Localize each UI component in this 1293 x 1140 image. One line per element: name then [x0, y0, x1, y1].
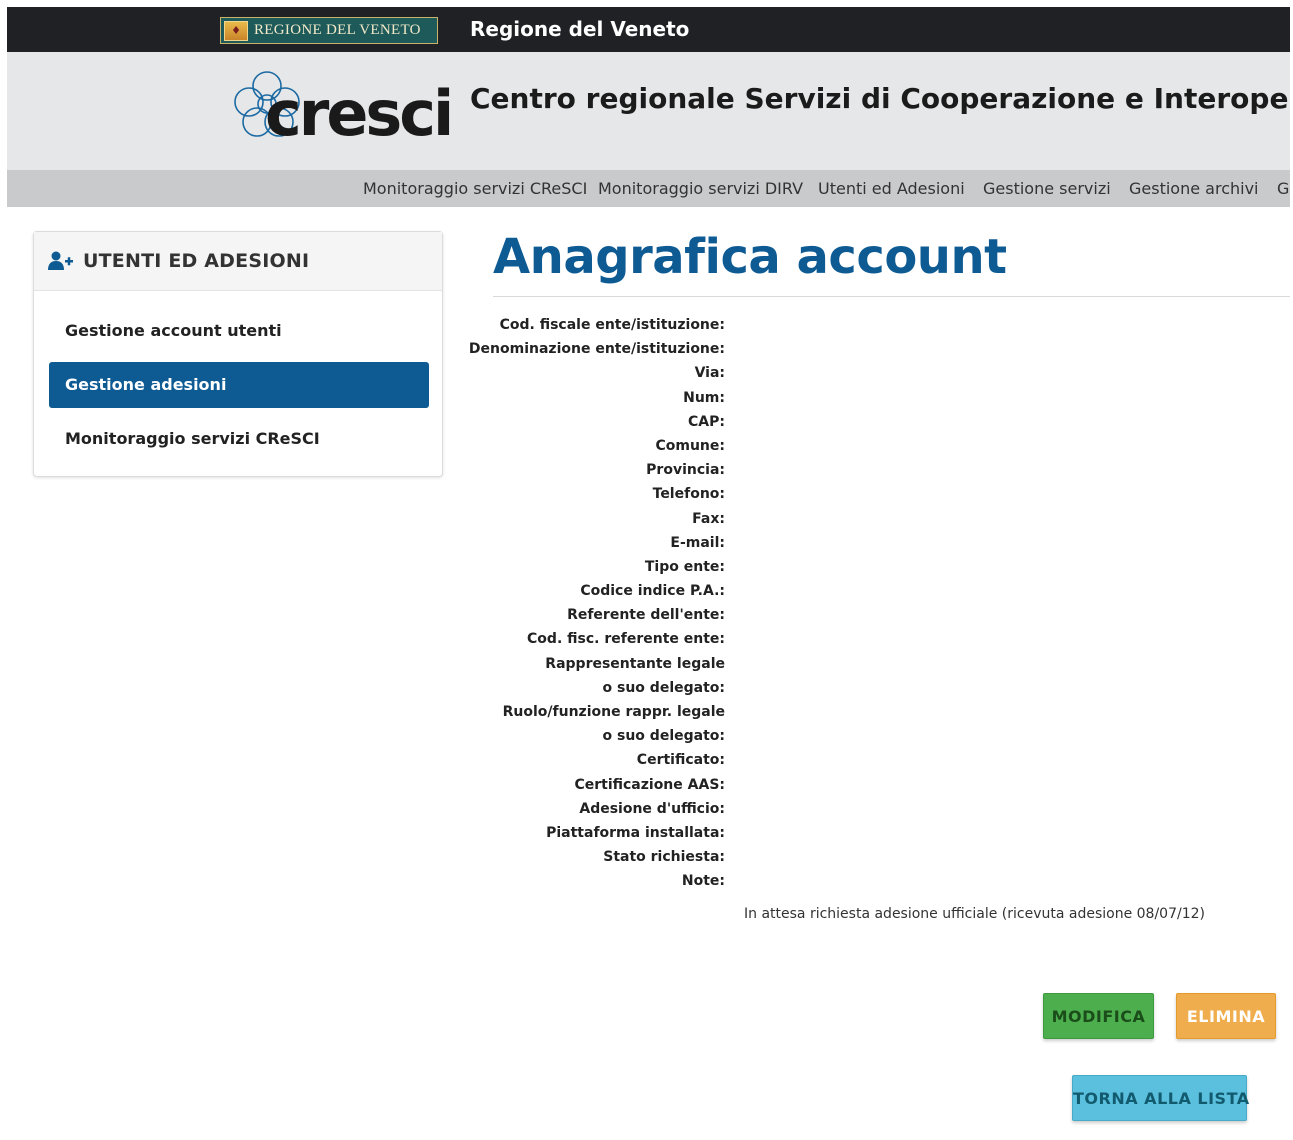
field-label: E-mail: [670, 534, 725, 551]
field-label: CAP: [688, 413, 725, 430]
sidebar-title: UTENTI ED ADESIONI [83, 250, 310, 272]
crest-icon: ♦ [224, 20, 248, 41]
field-label: Telefono: [652, 486, 725, 503]
page-title: Anagrafica account [493, 229, 1007, 285]
nav-item-monitoraggio-cresci[interactable]: Monitoraggio servizi CReSCI [363, 179, 587, 198]
field-label: Referente dell'ente: [567, 607, 725, 624]
sidebar: UTENTI ED ADESIONI Gestione account uten… [33, 231, 443, 477]
field-label: Adesione d'ufficio: [579, 800, 725, 817]
nav-item-gestione-archivi[interactable]: Gestione archivi [1129, 179, 1258, 198]
field-label: Rappresentante legale [545, 655, 725, 672]
field-label: o suo delegato: [602, 728, 725, 745]
field-label: Via: [694, 365, 725, 382]
header: cresci Centro regionale Servizi di Coope… [7, 52, 1290, 170]
regione-veneto-logo-text: REGIONE DEL VENETO [254, 22, 421, 38]
delete-button[interactable]: ELIMINA [1176, 993, 1276, 1039]
cresci-logo-text: cresci [265, 77, 454, 150]
field-label: o suo delegato: [602, 679, 725, 696]
main-nav: Monitoraggio servizi CReSCI Monitoraggio… [7, 170, 1290, 207]
modify-button[interactable]: MODIFICA [1043, 993, 1154, 1039]
regione-veneto-logo[interactable]: ♦ REGIONE DEL VENETO [220, 17, 438, 44]
title-divider [493, 296, 1290, 297]
field-label: Cod. fiscale ente/istituzione: [499, 317, 725, 333]
status-note: In attesa richiesta adesione ufficiale (… [744, 906, 1205, 922]
sidebar-item-gestione-adesioni[interactable]: Gestione adesioni [49, 362, 429, 408]
field-label: Stato richiesta: [603, 849, 725, 866]
sidebar-header: UTENTI ED ADESIONI [34, 232, 442, 291]
field-label: Comune: [655, 437, 725, 454]
sidebar-item-gestione-account[interactable]: Gestione account utenti [49, 308, 429, 354]
cresci-logo[interactable]: cresci [227, 64, 454, 154]
nav-item-truncated[interactable]: Ge [1277, 179, 1290, 198]
field-label: Ruolo/funzione rappr. legale [502, 704, 725, 720]
field-label: Piattaforma installata: [546, 824, 725, 841]
top-bar: ♦ REGIONE DEL VENETO Regione del Veneto [7, 7, 1290, 52]
field-label: Note: [681, 873, 725, 890]
sidebar-item-monitoraggio-cresci[interactable]: Monitoraggio servizi CReSCI [49, 416, 429, 462]
nav-item-utenti-adesioni[interactable]: Utenti ed Adesioni [818, 179, 965, 198]
nav-item-gestione-servizi[interactable]: Gestione servizi [983, 179, 1111, 198]
field-label: Denominazione ente/istituzione: [468, 341, 725, 358]
account-details: Cod. fiscale ente/istituzione: Denominazi… [407, 313, 725, 894]
site-title: Regione del Veneto [470, 17, 690, 41]
field-label: Num: [683, 389, 725, 406]
field-label: Tipo ente: [644, 558, 725, 575]
field-label: Provincia: [646, 462, 725, 479]
field-label: Fax: [692, 510, 725, 527]
field-label: Codice indice P.A.: [580, 583, 725, 600]
back-to-list-button[interactable]: TORNA ALLA LISTA [1072, 1075, 1249, 1121]
field-label: Certificato: [636, 752, 725, 769]
field-label: Cod. fisc. referente ente: [527, 631, 725, 648]
header-title: Centro regionale Servizi di Cooperazione… [470, 82, 1290, 115]
user-plus-icon [48, 251, 73, 270]
nav-item-monitoraggio-dirv[interactable]: Monitoraggio servizi DIRV [598, 179, 803, 198]
field-label: Certificazione AAS: [574, 776, 725, 793]
page: ♦ REGIONE DEL VENETO Regione del Veneto … [7, 7, 1290, 1140]
